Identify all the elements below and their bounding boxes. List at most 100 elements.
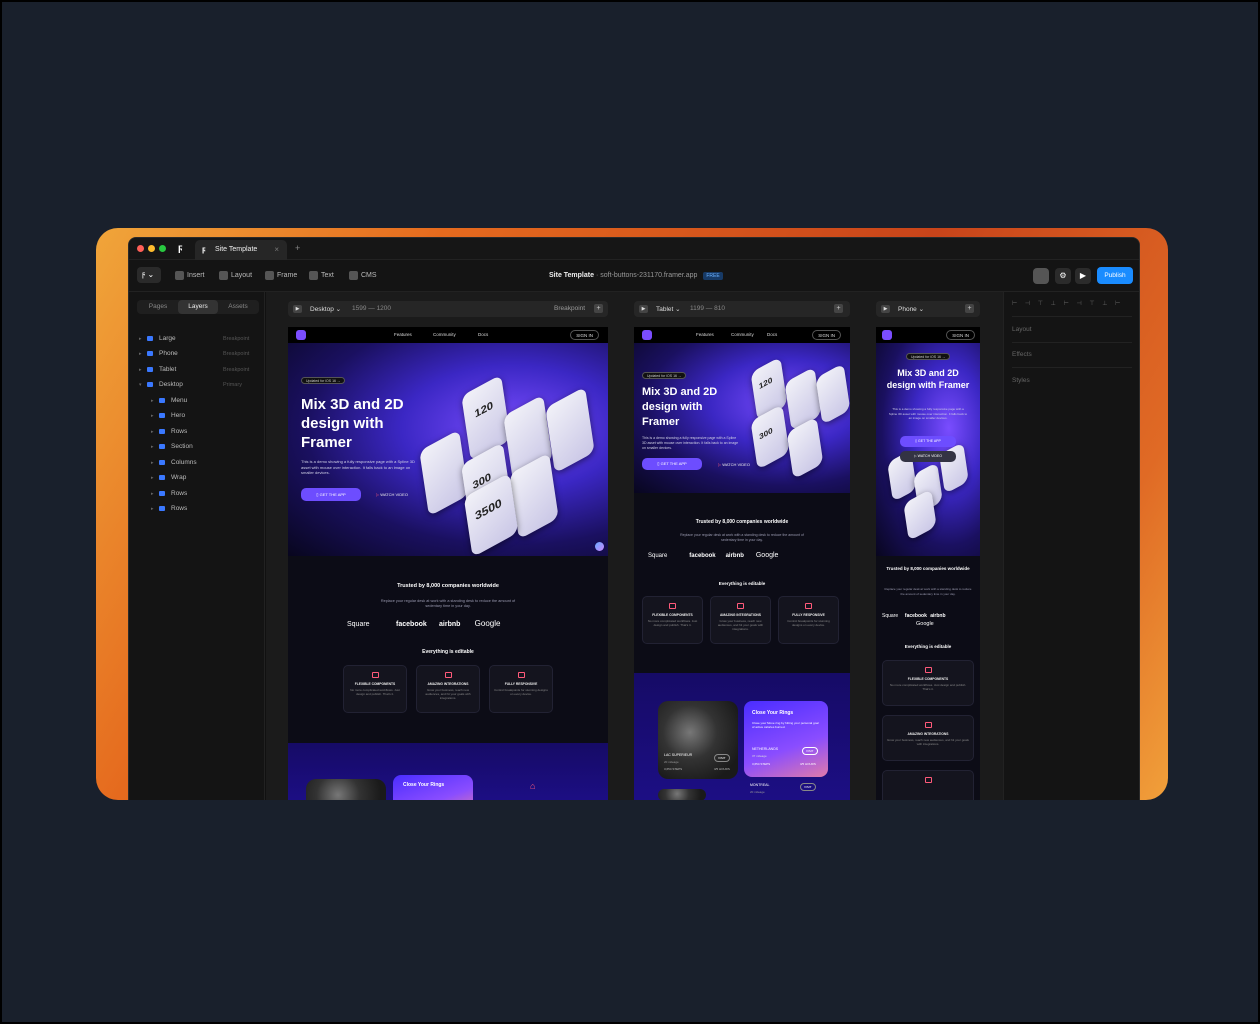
panel-tabs: Pages Layers Assets <box>137 300 259 314</box>
grid-icon <box>159 490 165 496</box>
tablet-frame[interactable]: Features Community Docs SIGN IN 120 300 … <box>634 327 850 800</box>
responsive-icon <box>924 777 932 783</box>
frame-name[interactable]: Tablet ⌄ <box>656 305 681 313</box>
properties-panel: ⊢ ⊣ ⊤ ⊥ ⊢ ⊣ ⊤ ⊥ ⊢ Layout Effects Styles <box>1003 292 1139 800</box>
layer-item[interactable]: ▸ Hero <box>151 411 185 421</box>
layer-item[interactable]: ▸ Rows <box>151 504 187 514</box>
site-logo[interactable] <box>882 330 892 340</box>
frame-button[interactable]: Frame <box>265 270 297 282</box>
trusted-subtext: Replace your regular desk at work with a… <box>380 599 516 608</box>
tab-site-template[interactable]: ϝ Site Template × <box>195 240 287 260</box>
close-window-button[interactable] <box>137 245 144 252</box>
publish-button[interactable]: Publish <box>1097 267 1133 284</box>
site-logo[interactable] <box>642 330 652 340</box>
layer-item[interactable]: ▸ Tablet Breakpoint <box>139 365 265 375</box>
component-icon <box>371 672 379 678</box>
text-button[interactable]: Text <box>309 270 334 282</box>
avatar[interactable] <box>1033 268 1049 284</box>
tab-assets[interactable]: Assets <box>218 300 258 314</box>
update-badge[interactable]: Updated for iOS 16 → <box>906 353 951 360</box>
visit-button[interactable]: VISIT <box>802 747 818 755</box>
get-app-button[interactable]: ▯ GET THE APP <box>301 488 361 501</box>
frame-icon <box>147 366 153 372</box>
layer-name: Columns <box>171 459 197 466</box>
signin-button[interactable]: SIGN IN <box>570 330 599 340</box>
tab-layers[interactable]: Layers <box>178 300 218 314</box>
editable-heading: Everything is editable <box>718 581 766 586</box>
canvas[interactable]: ▶ Desktop ⌄ 1599 — 1200 Breakpoint + ▶ T… <box>266 292 1003 800</box>
layer-item[interactable]: ▸ Columns <box>151 458 197 468</box>
layer-item[interactable]: ▸ Rows <box>151 427 187 437</box>
layer-item[interactable]: ▸ Menu <box>151 396 187 406</box>
play-icon[interactable]: ▶ <box>881 305 890 313</box>
grid-icon <box>159 474 165 480</box>
play-icon[interactable]: ▶ <box>639 305 648 313</box>
layer-item[interactable]: ▸ Wrap <box>151 473 186 483</box>
frame-name[interactable]: Desktop ⌄ <box>310 305 341 313</box>
layout-section[interactable]: Layout <box>1012 326 1032 333</box>
rings-title: Close Your Rings <box>403 782 445 788</box>
nav-docs[interactable]: Docs <box>767 332 777 337</box>
layer-name: Tablet <box>159 366 177 373</box>
location-name: MONTREAL <box>750 783 770 787</box>
update-badge[interactable]: Updated for iOS 16 → <box>642 372 687 379</box>
project-title[interactable]: Site Template · soft-buttons-231170.fram… <box>549 272 723 280</box>
minimize-window-button[interactable] <box>148 245 155 252</box>
frame-name[interactable]: Phone ⌄ <box>898 305 924 313</box>
preview-button[interactable]: ▶ <box>1075 268 1091 284</box>
signin-button[interactable]: SIGN IN <box>946 330 975 340</box>
tab-pages[interactable]: Pages <box>138 300 178 314</box>
watch-video-button[interactable]: ▷ WATCH VIDEO <box>900 451 956 462</box>
signin-button[interactable]: SIGN IN <box>812 330 841 340</box>
new-tab-button[interactable]: + <box>295 243 300 253</box>
location-name: NETHERLANDS <box>752 747 779 751</box>
desktop-frame[interactable]: Features Community Docs SIGN IN 120 300 … <box>288 327 608 800</box>
tab-close-icon[interactable]: × <box>274 245 279 254</box>
breakpoint-label[interactable]: Breakpoint <box>554 305 585 312</box>
desktop-frame-header[interactable]: ▶ Desktop ⌄ 1599 — 1200 Breakpoint + <box>288 301 608 317</box>
nav-community[interactable]: Community <box>433 332 456 337</box>
nav-community[interactable]: Community <box>731 332 754 337</box>
insert-button[interactable]: Insert <box>175 270 205 282</box>
layer-name: Phone <box>159 350 178 357</box>
nav-docs[interactable]: Docs <box>478 332 488 337</box>
watch-video-button[interactable]: ▷ WATCH VIDEO <box>376 492 408 497</box>
play-icon[interactable]: ▶ <box>293 305 302 313</box>
layer-item[interactable]: ▸ Section <box>151 442 193 452</box>
framer-badge-icon[interactable] <box>595 542 604 551</box>
phone-frame-header[interactable]: ▶ Phone ⌄ + <box>876 301 980 317</box>
watch-video-button[interactable]: ▷ WATCH VIDEO <box>718 462 750 467</box>
phone-frame[interactable]: SIGN IN Updated for iOS 16 → Mix 3D and … <box>876 327 980 800</box>
layer-item[interactable]: ▸ Phone Breakpoint <box>139 349 265 359</box>
settings-button[interactable]: ⚙ <box>1055 268 1071 284</box>
styles-section[interactable]: Styles <box>1012 377 1030 384</box>
align-toolbar[interactable]: ⊢ ⊣ ⊤ ⊥ ⊢ ⊣ ⊤ ⊥ ⊢ <box>1012 300 1132 308</box>
add-breakpoint-button[interactable]: + <box>594 304 603 313</box>
grid-icon <box>159 505 165 511</box>
get-app-button[interactable]: ▯ GET THE APP <box>900 436 956 447</box>
site-logo[interactable] <box>296 330 306 340</box>
nav-features[interactable]: Features <box>394 332 412 337</box>
trusted-heading: Trusted by 8,000 companies worldwide <box>695 519 789 525</box>
layer-item[interactable]: ▾ Desktop Primary <box>139 380 265 390</box>
effects-section[interactable]: Effects <box>1012 351 1032 358</box>
maximize-window-button[interactable] <box>159 245 166 252</box>
main-menu-button[interactable]: ϝ ⌄ <box>137 267 161 283</box>
layout-button[interactable]: Layout <box>219 270 252 282</box>
nav-features[interactable]: Features <box>696 332 714 337</box>
layer-item[interactable]: ▸ Rows <box>151 489 187 499</box>
get-app-button[interactable]: ▯ GET THE APP <box>642 458 702 470</box>
cms-button[interactable]: CMS <box>349 270 377 282</box>
framer-menu-icon: ϝ ⌄ <box>142 270 155 279</box>
add-breakpoint-button[interactable]: + <box>965 304 974 313</box>
visit-button[interactable]: VISIT <box>714 754 730 762</box>
feature-card <box>882 770 974 800</box>
tablet-frame-header[interactable]: ▶ Tablet ⌄ 1199 — 810 + <box>634 301 850 317</box>
responsive-icon <box>517 672 525 678</box>
update-badge[interactable]: Updated for iOS 16 → <box>301 377 346 384</box>
visit-button[interactable]: VISIT <box>800 783 816 791</box>
layer-item[interactable]: ▸ Large Breakpoint <box>139 334 265 344</box>
add-breakpoint-button[interactable]: + <box>834 304 843 313</box>
layout-icon <box>219 271 228 280</box>
framer-logo-icon[interactable]: ϝ <box>178 243 183 254</box>
